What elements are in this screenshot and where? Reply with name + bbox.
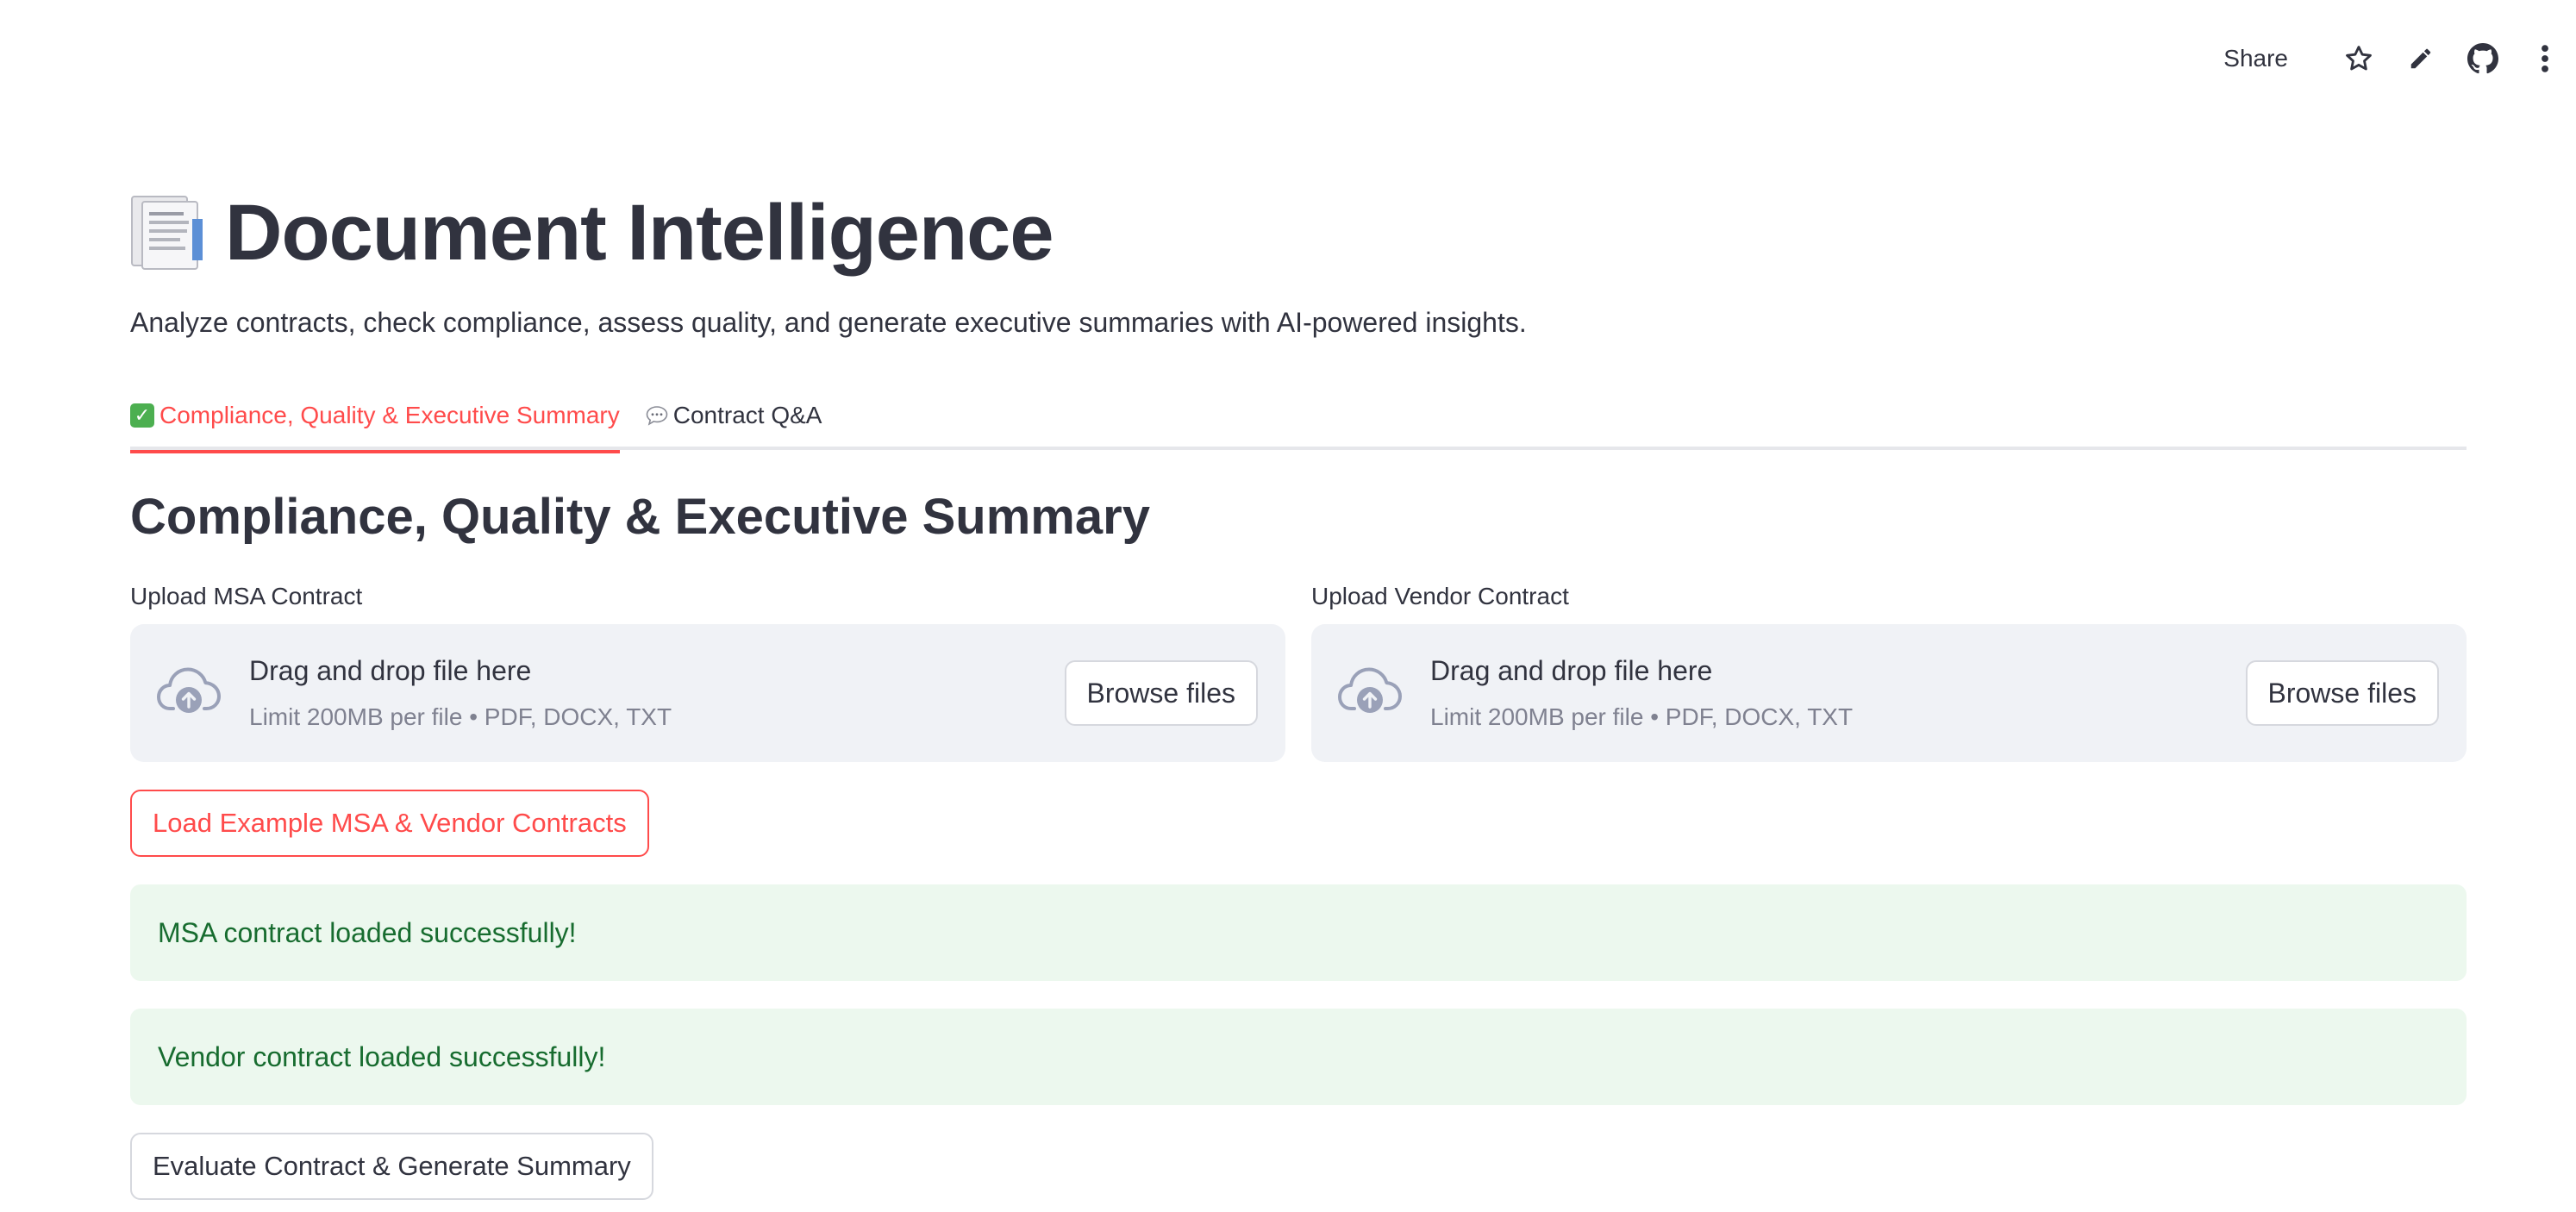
star-icon[interactable] <box>2335 34 2383 83</box>
document-icon <box>130 193 206 272</box>
msa-uploader: Upload MSA Contract Drag and drop file h… <box>130 583 1285 762</box>
vendor-browse-button[interactable]: Browse files <box>2245 660 2439 726</box>
vendor-success-alert: Vendor contract loaded successfully! <box>130 1009 2467 1105</box>
page-title: Document Intelligence <box>225 188 1054 277</box>
vendor-drop-text: Drag and drop file here <box>1430 655 1713 686</box>
vendor-upload-label: Upload Vendor Contract <box>1311 583 1569 609</box>
tab-label: Compliance, Quality & Executive Summary <box>159 402 620 428</box>
cloud-upload-icon <box>156 662 222 717</box>
vendor-file-hint: Limit 200MB per file • PDF, DOCX, TXT <box>1430 703 1854 730</box>
tab-label: Contract Q&A <box>672 402 822 428</box>
msa-browse-button[interactable]: Browse files <box>1064 660 1258 726</box>
cloud-upload-icon <box>1337 662 1403 717</box>
msa-drop-text: Drag and drop file here <box>249 655 532 686</box>
pencil-icon[interactable] <box>2397 34 2445 83</box>
page-header: Document Intelligence <box>130 172 1054 293</box>
tab-contract-qa[interactable]: Contract Q&A <box>646 388 822 450</box>
section-title: Compliance, Quality & Executive Summary <box>130 489 1150 545</box>
vendor-dropzone[interactable]: Drag and drop file here Limit 200MB per … <box>1311 624 2467 762</box>
check-icon: ✓ <box>130 403 154 428</box>
load-example-button[interactable]: Load Example MSA & Vendor Contracts <box>130 790 649 857</box>
tab-compliance-summary[interactable]: ✓ Compliance, Quality & Executive Summar… <box>130 388 620 453</box>
vendor-uploader: Upload Vendor Contract Drag and drop fil… <box>1311 583 2467 762</box>
app-toolbar: Share <box>2223 34 2576 83</box>
tab-bar: ✓ Compliance, Quality & Executive Summar… <box>130 388 2467 453</box>
msa-success-text: MSA contract loaded successfully! <box>158 916 577 948</box>
speech-bubble-icon <box>646 402 668 429</box>
msa-success-alert: MSA contract loaded successfully! <box>130 884 2467 981</box>
msa-file-hint: Limit 200MB per file • PDF, DOCX, TXT <box>249 703 672 730</box>
github-icon[interactable] <box>2459 34 2507 83</box>
page-subtitle: Analyze contracts, check compliance, ass… <box>130 307 1527 338</box>
evaluate-button[interactable]: Evaluate Contract & Generate Summary <box>130 1133 653 1200</box>
share-button[interactable]: Share <box>2223 45 2288 72</box>
vendor-success-text: Vendor contract loaded successfully! <box>158 1040 606 1072</box>
msa-upload-label: Upload MSA Contract <box>130 583 363 609</box>
kebab-menu-icon[interactable] <box>2521 34 2569 83</box>
msa-dropzone[interactable]: Drag and drop file here Limit 200MB per … <box>130 624 1285 762</box>
